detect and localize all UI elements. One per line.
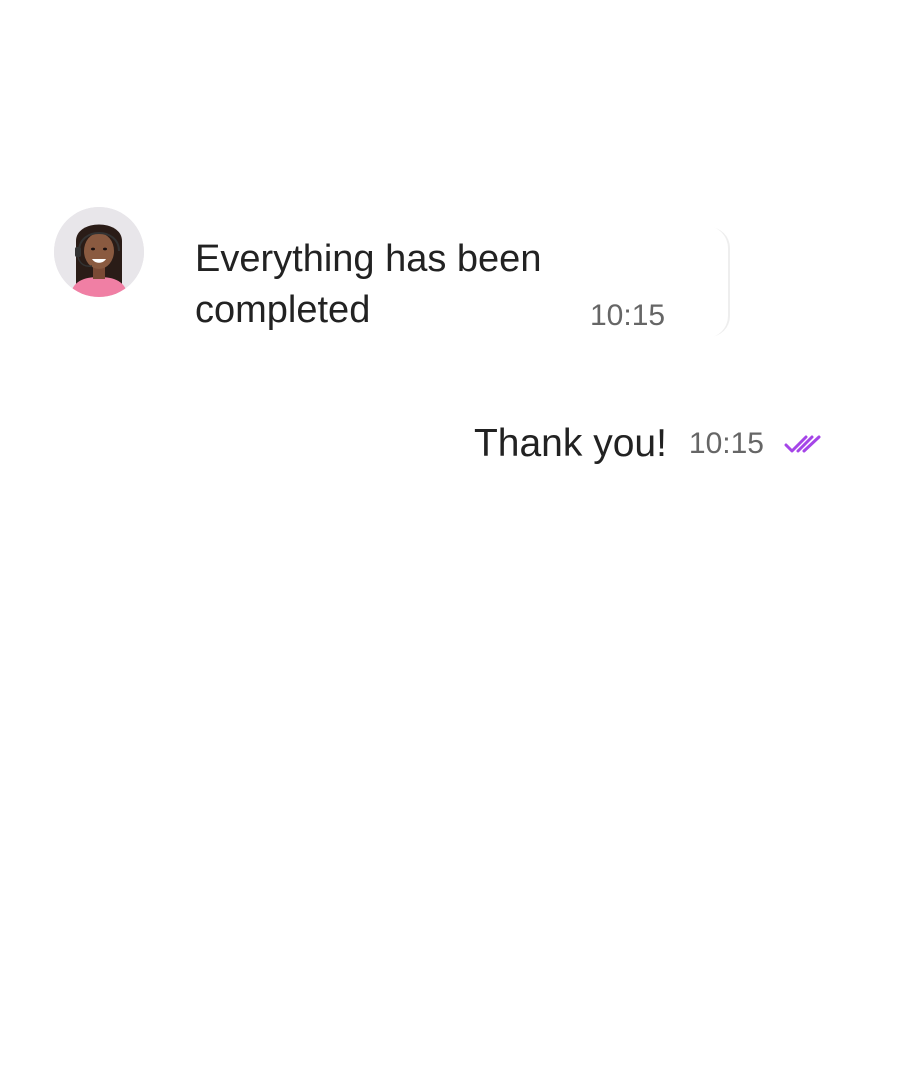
outgoing-message-text: Thank you!: [473, 422, 667, 465]
outgoing-message[interactable]: Thank you! 10:15: [474, 418, 822, 470]
agent-avatar-image: [54, 207, 144, 297]
incoming-message-bubble[interactable]: Everything has been completed 10:15: [168, 226, 728, 338]
incoming-message-time: 10:15: [590, 299, 666, 332]
chat-thread: Everything has been completed 10:15 Than…: [0, 0, 900, 1080]
incoming-message-text: Everything has been completed: [195, 238, 542, 331]
double-check-icon: [784, 432, 822, 456]
agent-avatar[interactable]: [54, 207, 144, 297]
outgoing-message-time: 10:15: [688, 427, 764, 460]
